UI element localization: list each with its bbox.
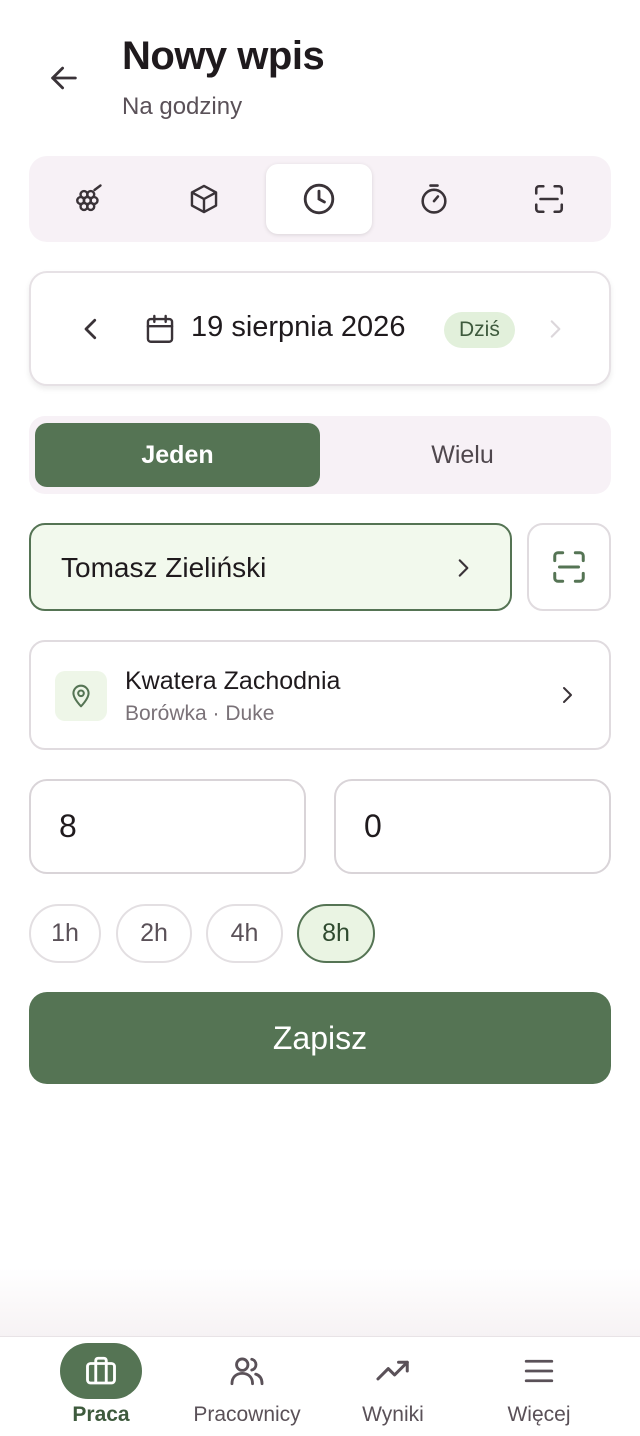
nav-item-wiecej[interactable]: Więcej [497, 1337, 581, 1436]
trending-up-icon [376, 1360, 409, 1381]
location-select[interactable]: Kwatera Zachodnia Borówka · Duke [29, 640, 611, 750]
quick-hours-chip-2h[interactable]: 2h [116, 904, 192, 963]
nav-item-praca[interactable]: Praca [55, 1337, 147, 1436]
location-icon-badge [55, 671, 107, 721]
nav-label: Więcej [507, 1403, 571, 1426]
nav-item-pracownicy[interactable]: Pracownicy [187, 1337, 307, 1436]
hours-input[interactable]: 8 [29, 779, 306, 874]
nav-active-indicator [60, 1343, 142, 1399]
worker-count-toggle: Jeden Wielu [29, 416, 611, 494]
nav-label: Praca [72, 1403, 130, 1426]
nav-label: Wyniki [362, 1403, 424, 1426]
scan-icon [553, 551, 585, 583]
tab-mode-box[interactable] [151, 164, 257, 234]
today-badge: Dziś [444, 312, 515, 348]
back-button[interactable] [40, 56, 88, 100]
arrow-left-icon [51, 66, 77, 90]
quick-hours-chip-4h[interactable]: 4h [206, 904, 283, 963]
worker-name: Tomasz Zieliński [61, 552, 267, 583]
location-title: Kwatera Zachodnia [125, 667, 341, 695]
map-pin-icon [72, 684, 90, 708]
bottom-navigation: Praca Pracownicy Wyniki Więcej [0, 1336, 640, 1436]
chevron-left-icon [84, 318, 97, 340]
tab-mode-scan[interactable] [496, 164, 602, 234]
worker-select[interactable]: Tomasz Zieliński [29, 523, 512, 611]
chevron-right-icon [458, 559, 469, 577]
tab-mode-clock[interactable] [266, 164, 372, 234]
save-button[interactable]: Zapisz [29, 992, 611, 1084]
box-icon [190, 184, 218, 214]
location-subtitle: Borówka · Duke [125, 702, 275, 725]
calendar-icon [146, 314, 174, 343]
quick-hours-chip-8h[interactable]: 8h [297, 904, 375, 963]
next-day-button[interactable] [535, 306, 575, 352]
entry-mode-tabs [29, 156, 611, 242]
grapes-icon [76, 184, 102, 212]
tab-mode-stopwatch[interactable] [381, 164, 487, 234]
nav-label: Pracownicy [193, 1403, 301, 1426]
quick-hours-chip-1h[interactable]: 1h [29, 904, 101, 963]
nav-item-wyniki[interactable]: Wyniki [352, 1337, 434, 1436]
briefcase-icon [86, 1356, 116, 1385]
segment-single[interactable]: Jeden [35, 423, 320, 487]
users-icon [230, 1357, 264, 1386]
minutes-input[interactable]: 0 [334, 779, 611, 874]
chevron-right-icon [563, 687, 572, 703]
date-selector: 19 sierpnia 2026 Dziś [29, 271, 611, 386]
menu-icon [524, 1359, 554, 1383]
scan-icon [534, 184, 564, 214]
segment-multiple[interactable]: Wielu [320, 423, 605, 487]
selected-date[interactable]: 19 sierpnia 2026 [191, 311, 405, 344]
stopwatch-icon [421, 184, 447, 214]
tab-mode-grapes[interactable] [37, 164, 143, 234]
chevron-right-icon [550, 320, 561, 338]
page-subtitle: Na godziny [122, 93, 243, 120]
page-title: Nowy wpis [122, 34, 325, 78]
scan-worker-button[interactable] [527, 523, 611, 611]
header: Nowy wpis Na godziny [0, 0, 640, 140]
scroll-fade [0, 1268, 640, 1338]
clock-icon [303, 183, 335, 215]
previous-day-button[interactable] [71, 306, 111, 352]
